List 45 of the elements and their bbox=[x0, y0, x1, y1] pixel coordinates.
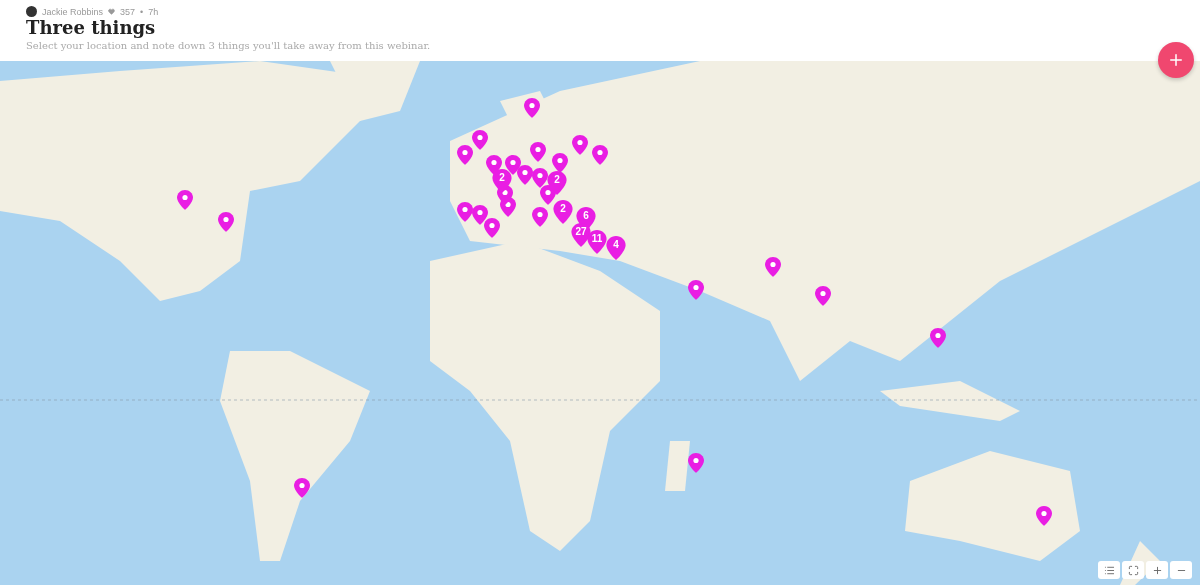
map-pin-icon[interactable] bbox=[532, 207, 548, 227]
map-pin-icon[interactable] bbox=[517, 165, 533, 185]
zoom-in-button[interactable] bbox=[1146, 561, 1168, 579]
legend-button[interactable] bbox=[1098, 561, 1120, 579]
separator: • bbox=[140, 6, 144, 17]
map-pin-icon[interactable] bbox=[688, 453, 704, 473]
map-pin-icon[interactable] bbox=[530, 142, 546, 162]
pin-cluster[interactable]: 27 bbox=[571, 223, 591, 247]
map-pin-icon[interactable] bbox=[592, 145, 608, 165]
board-description: Select your location and note down 3 things you'll take away from this webinar. bbox=[26, 39, 432, 52]
map-pin-icon[interactable] bbox=[177, 190, 193, 210]
pin-cluster[interactable]: 2 bbox=[553, 200, 573, 224]
map-pin-icon[interactable] bbox=[472, 130, 488, 150]
map-pin-icon[interactable] bbox=[688, 280, 704, 300]
add-post-button[interactable] bbox=[1158, 42, 1194, 78]
map-pin-icon[interactable] bbox=[1036, 506, 1052, 526]
pin-cluster[interactable]: 2 bbox=[547, 171, 567, 195]
pin-cluster[interactable]: 2 bbox=[492, 169, 512, 193]
map-pin-icon[interactable] bbox=[218, 212, 234, 232]
like-count: 357 bbox=[120, 6, 136, 17]
fullscreen-button[interactable] bbox=[1122, 561, 1144, 579]
map-pin-icon[interactable] bbox=[457, 145, 473, 165]
map-pin-icon[interactable] bbox=[472, 205, 488, 225]
map-pin-icon[interactable] bbox=[532, 168, 548, 188]
post-age: 7h bbox=[148, 6, 159, 17]
plus-icon bbox=[1151, 564, 1163, 576]
board-title: Three things bbox=[26, 17, 157, 39]
map-pin-icon[interactable] bbox=[524, 98, 540, 118]
map-pin-icon[interactable] bbox=[294, 478, 310, 498]
map-pin-icon[interactable] bbox=[572, 135, 588, 155]
fullscreen-icon bbox=[1127, 564, 1139, 576]
map-pin-icon[interactable] bbox=[815, 286, 831, 306]
list-icon bbox=[1103, 564, 1115, 576]
avatar bbox=[26, 6, 37, 17]
map-pin-icon[interactable] bbox=[552, 153, 568, 173]
plus-icon bbox=[1167, 51, 1185, 69]
map-pin-icon[interactable] bbox=[505, 155, 521, 175]
pin-cluster[interactable]: 11 bbox=[587, 230, 607, 254]
map-pin-icon[interactable] bbox=[484, 218, 500, 238]
heart-icon bbox=[108, 8, 116, 15]
map-pin-icon[interactable] bbox=[457, 202, 473, 222]
pin-cluster[interactable]: 4 bbox=[606, 236, 626, 260]
author-name: Jackie Robbins bbox=[42, 6, 104, 17]
map-pin-icon[interactable] bbox=[930, 328, 946, 348]
map-pin-icon[interactable] bbox=[765, 257, 781, 277]
